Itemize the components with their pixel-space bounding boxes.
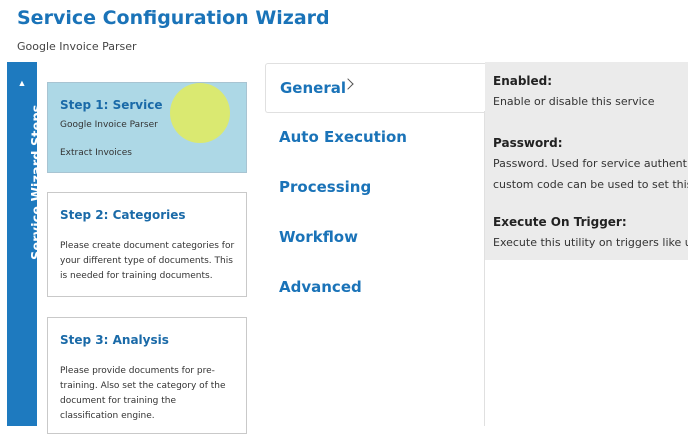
settings-details-panel: Enabled: Enable or disable this service …	[485, 62, 688, 260]
collapse-toggle-icon[interactable]: ▲	[7, 78, 37, 88]
step-title: Step 2: Categories	[60, 208, 186, 222]
tab-label: Auto Execution	[279, 128, 407, 146]
setting-desc-execute-on-trigger: Execute this utility on triggers like up	[493, 236, 688, 249]
tab-advanced[interactable]: Advanced	[265, 263, 484, 311]
step-detail: Extract Invoices	[60, 148, 132, 158]
step-title: Step 1: Service	[60, 98, 163, 112]
tab-label: General	[280, 79, 346, 97]
setting-label-enabled: Enabled:	[493, 74, 553, 88]
setting-label-password: Password:	[493, 136, 563, 150]
setting-label-execute-on-trigger: Execute On Trigger:	[493, 215, 627, 229]
step-title: Step 3: Analysis	[60, 333, 169, 347]
setting-desc-password-2: custom code can be used to set this	[493, 178, 688, 191]
cursor-highlight	[170, 83, 230, 143]
step-card-analysis[interactable]: Step 3: Analysis Please provide document…	[47, 317, 247, 434]
step-description: Please create document categories for yo…	[60, 241, 235, 281]
tab-label: Processing	[279, 178, 372, 196]
page-title: Service Configuration Wizard	[17, 7, 330, 29]
tab-label: Advanced	[279, 278, 362, 296]
setting-desc-enabled: Enable or disable this service	[493, 95, 655, 108]
tab-processing[interactable]: Processing	[265, 163, 484, 211]
tab-label: Workflow	[279, 228, 358, 246]
step-card-service[interactable]: Step 1: Service Google Invoice Parser Ex…	[47, 82, 247, 173]
setting-desc-password: Password. Used for service authentic	[493, 157, 688, 170]
tab-workflow[interactable]: Workflow	[265, 213, 484, 261]
tab-auto-execution[interactable]: Auto Execution	[265, 113, 484, 161]
step-card-categories[interactable]: Step 2: Categories Please create documen…	[47, 192, 247, 297]
step-detail: Google Invoice Parser	[60, 120, 158, 130]
step-description: Please provide documents for pre-trainin…	[60, 366, 226, 421]
page-subtitle: Google Invoice Parser	[17, 40, 137, 53]
rail-label: Service Wizard Steps	[30, 104, 45, 260]
tab-general[interactable]: General	[265, 63, 485, 113]
wizard-steps-rail[interactable]: ▲ Service Wizard Steps	[7, 62, 45, 426]
settings-tabs: General Auto Execution Processing Workfl…	[265, 62, 485, 426]
